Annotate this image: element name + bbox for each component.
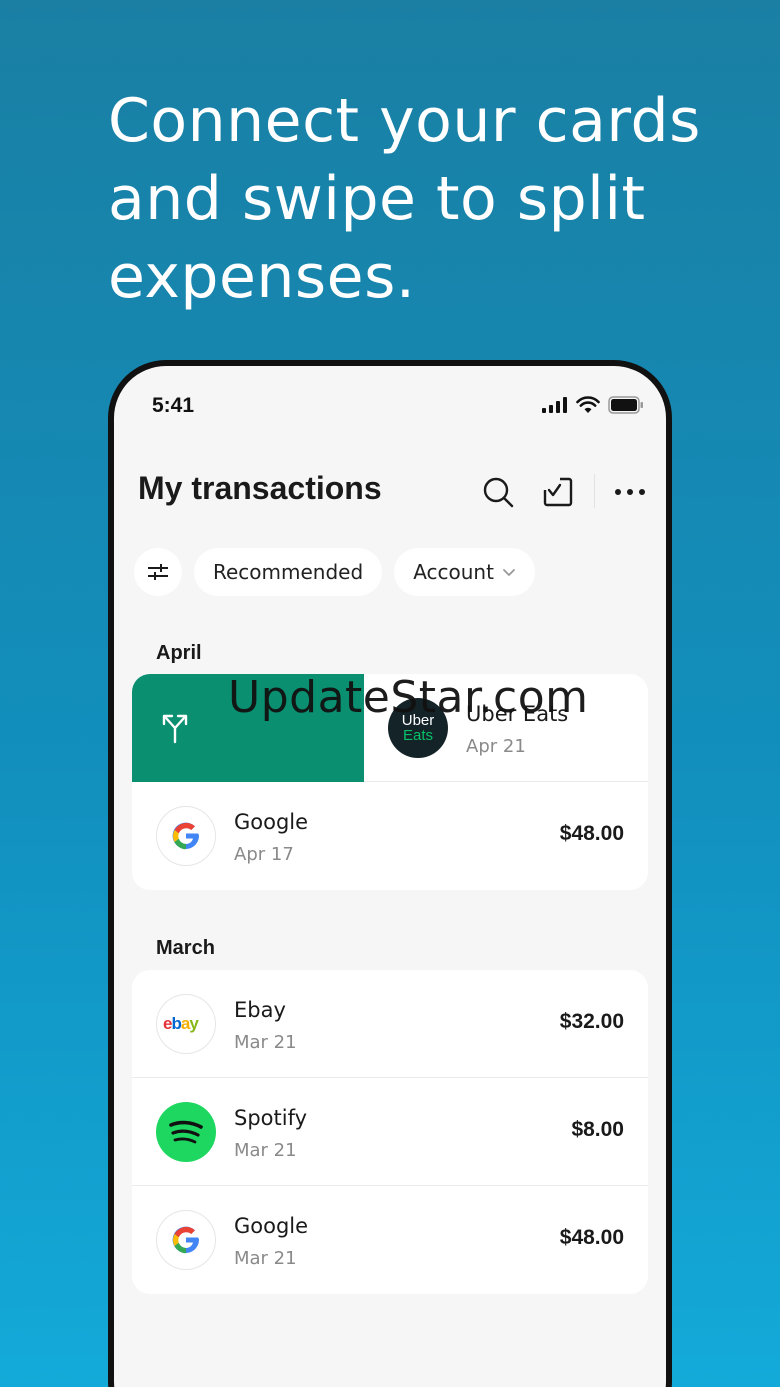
sliders-icon: [148, 564, 168, 580]
transaction-amount: $8.00: [571, 1118, 624, 1141]
more-options-button[interactable]: [610, 472, 650, 512]
transaction-date: Apr 21: [466, 736, 526, 757]
eats-logo-text: Eats: [402, 727, 433, 744]
spotify-icon: [169, 1120, 203, 1144]
transaction-date: Mar 21: [234, 1032, 297, 1053]
transaction-amount: $48.00: [559, 822, 624, 845]
svg-text:ebay: ebay: [163, 1014, 199, 1033]
google-logo: [156, 806, 216, 866]
month-header-april: April: [156, 642, 202, 664]
account-filter-chip[interactable]: Account: [394, 548, 535, 596]
headline: Connect your cards and swipe to split ex…: [108, 82, 708, 316]
search-button[interactable]: [478, 472, 518, 512]
transaction-date: Apr 17: [234, 844, 294, 865]
recommended-filter-chip[interactable]: Recommended: [194, 548, 383, 596]
check-square-icon: [543, 477, 573, 507]
split-icon: [162, 714, 188, 744]
header-divider: [594, 474, 595, 508]
headline-line-2: and swipe to split: [108, 164, 646, 234]
filter-settings-button[interactable]: [134, 548, 182, 596]
transactions-card-march: ebay Ebay Mar 21 $32.00 Spotify Mar 21 $…: [132, 970, 648, 1294]
headline-line-3: expenses.: [108, 242, 416, 312]
merchant-name: Google: [234, 810, 309, 834]
status-bar: 5:41: [114, 392, 666, 422]
more-icon: [615, 489, 645, 495]
page-title: My transactions: [138, 470, 382, 506]
battery-icon: [608, 396, 643, 414]
merchant-name: Ebay: [234, 998, 286, 1022]
transaction-row-spotify[interactable]: Spotify Mar 21 $8.00: [132, 1078, 648, 1186]
google-icon: [172, 822, 199, 850]
phone-frame: 5:41 My transactions Recommended Account…: [108, 360, 672, 1387]
status-icons: [542, 396, 644, 414]
search-icon: [483, 477, 514, 508]
merchant-name: Google: [234, 1214, 309, 1238]
spotify-logo: [156, 1102, 216, 1162]
phone-screen: 5:41 My transactions Recommended Account…: [114, 366, 666, 1387]
filter-bar: Recommended Account: [134, 548, 535, 596]
header-bar: My transactions: [114, 466, 666, 516]
chevron-down-icon: [503, 569, 515, 576]
transaction-row-google[interactable]: Google Mar 21 $48.00: [132, 1186, 648, 1294]
status-time: 5:41: [152, 394, 195, 417]
google-icon: [172, 1226, 199, 1254]
transaction-date: Mar 21: [234, 1140, 297, 1161]
watermark: UpdateStar.com: [228, 672, 589, 723]
headline-line-1: Connect your cards: [108, 86, 701, 156]
transaction-amount: $32.00: [559, 1010, 624, 1033]
transaction-amount: $48.00: [559, 1226, 624, 1249]
select-transactions-button[interactable]: [538, 472, 578, 512]
ebay-logo: ebay: [156, 994, 216, 1054]
google-logo: [156, 1210, 216, 1270]
transaction-row-google[interactable]: Google Apr 17 $48.00: [132, 782, 648, 890]
transaction-date: Mar 21: [234, 1248, 297, 1269]
wifi-icon: [576, 396, 600, 413]
merchant-name: Spotify: [234, 1106, 308, 1130]
account-label: Account: [413, 560, 494, 584]
transaction-row-ebay[interactable]: ebay Ebay Mar 21 $32.00: [132, 970, 648, 1078]
month-header-march: March: [156, 937, 215, 959]
recommended-label: Recommended: [213, 560, 364, 584]
signal-icon: [542, 397, 567, 413]
ebay-icon: ebay: [163, 1014, 200, 1033]
